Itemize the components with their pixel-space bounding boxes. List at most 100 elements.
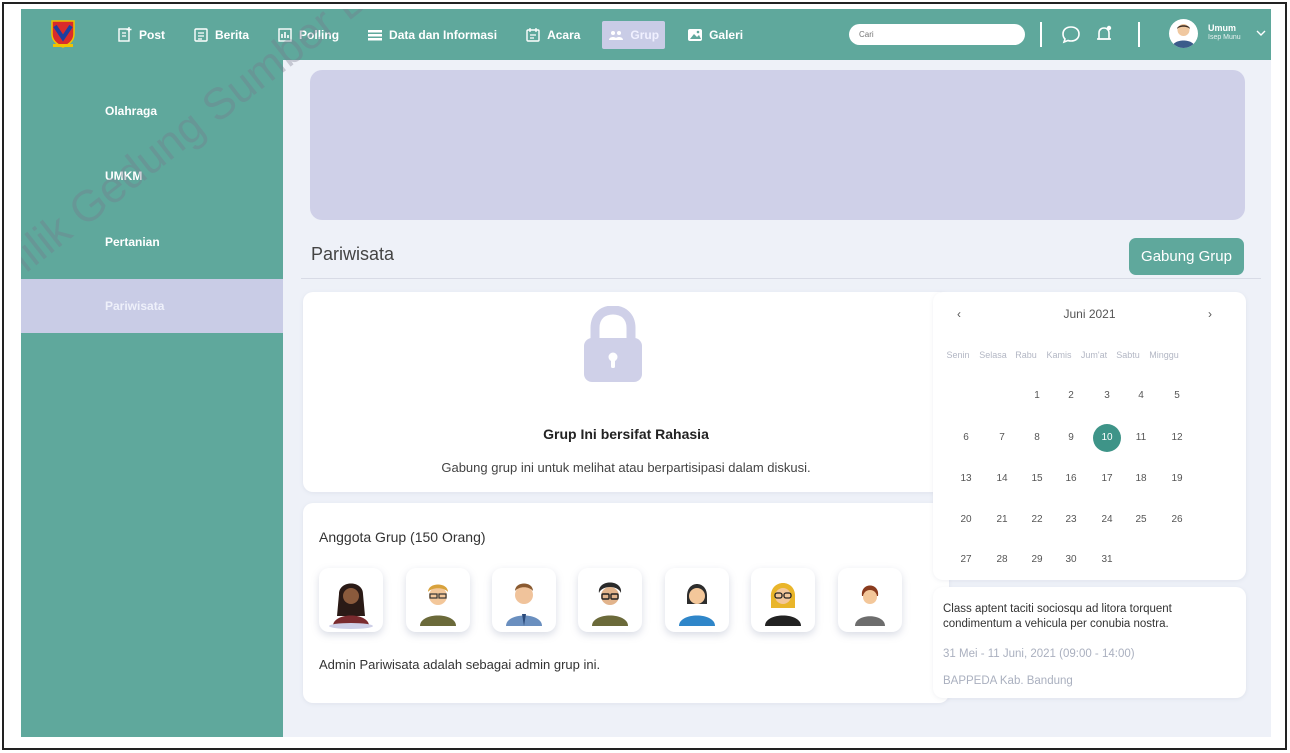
calendar-day[interactable]: 30 [1057,546,1085,574]
chat-icon[interactable] [1061,24,1081,44]
chevron-down-icon[interactable] [1256,29,1266,37]
calendar-day[interactable]: 21 [988,506,1016,534]
calendar-day[interactable]: 22 [1023,506,1051,534]
calendar-day[interactable]: 13 [952,465,980,493]
member-avatar-icon [420,584,456,626]
app-window: Post Berita Polling Data dan Informasi A… [21,9,1271,737]
calendar-day[interactable]: 1 [1023,382,1051,410]
member-avatar-icon [506,583,542,626]
calendar-day[interactable]: 24 [1093,506,1121,534]
calendar-header: ‹ Juni 2021 › [933,307,1246,325]
sidebar-item-pariwisata[interactable]: Pariwisata [21,279,283,333]
member-avatar[interactable] [838,568,902,632]
nav-grup-label: Grup [630,27,660,42]
user-subtitle: Isep Munu [1208,34,1241,41]
nav-divider [1040,22,1042,47]
member-avatar[interactable] [492,568,556,632]
calendar-day[interactable]: 16 [1057,465,1085,493]
member-avatar[interactable] [665,568,729,632]
calendar-day[interactable]: 26 [1163,506,1191,534]
event-icon [526,27,540,42]
event-description: Class aptent taciti sociosqu ad litora t… [943,603,1172,630]
calendar-day[interactable]: 7 [988,424,1016,452]
calendar-day[interactable]: 8 [1023,424,1051,452]
nav-data-informasi[interactable]: Data dan Informasi [361,21,503,49]
calendar-widget: ‹ Juni 2021 › Senin Selasa Rabu Kamis Ju… [933,292,1246,580]
calendar-day[interactable]: 29 [1023,546,1051,574]
member-avatar[interactable] [751,568,815,632]
logo-icon[interactable] [51,20,75,48]
search-input[interactable] [849,24,1025,45]
page-title: Pariwisata [311,244,395,264]
calendar-day[interactable]: 2 [1057,382,1085,410]
members-admin-note: Admin Pariwisata adalah sebagai admin gr… [319,657,601,672]
calendar-day[interactable]: 6 [952,424,980,452]
sidebar-item-olahraga[interactable]: Olahraga [21,84,283,138]
calendar-day[interactable]: 20 [952,506,980,534]
calendar-month: Juni 2021 [1063,307,1116,321]
weekday-label: Kamis [1046,350,1072,360]
nav-acara[interactable]: Acara [519,21,586,49]
calendar-day[interactable]: 28 [988,546,1016,574]
nav-grup[interactable]: Grup [602,20,666,49]
calendar-next-button[interactable]: › [1208,307,1212,321]
user-info[interactable]: Umum Isep Munu [1208,23,1241,43]
nav-galeri[interactable]: Galeri [681,21,749,49]
nav-post[interactable]: Post [111,21,171,49]
nav-polling-label: Polling [299,27,340,42]
nav-galeri-label: Galeri [709,27,744,42]
sidebar-item-label: Pertanian [105,235,160,249]
weekday-label: Minggu [1149,350,1179,360]
calendar-day[interactable]: 25 [1127,506,1155,534]
calendar-day[interactable]: 23 [1057,506,1085,534]
calendar-day[interactable]: 27 [952,546,980,574]
member-avatar-icon [765,583,801,626]
nav-polling[interactable]: Polling [271,21,345,49]
news-icon [194,27,208,42]
secret-description: Gabung grup ini untuk melihat atau berpa… [441,460,811,475]
members-title: Anggota Grup (150 Orang) [319,529,486,545]
calendar-day[interactable]: 31 [1093,546,1121,574]
lock-icon [584,306,642,382]
nav-data-informasi-label: Data dan Informasi [389,27,498,42]
members-card: Anggota Grup (150 Orang) Admin Pariwisat… [303,503,949,703]
event-card[interactable]: Class aptent taciti sociosqu ad litora t… [933,587,1246,698]
member-avatar[interactable] [406,568,470,632]
gallery-icon [688,28,703,41]
top-navbar: Post Berita Polling Data dan Informasi A… [21,9,1271,60]
member-avatar[interactable] [319,568,383,632]
member-avatar-icon [855,585,885,626]
sidebar-item-label: UMKM [105,169,143,183]
calendar-day[interactable]: 12 [1163,424,1191,452]
nav-post-label: Post [139,27,166,42]
sidebar-item-pertanian[interactable]: Pertanian [21,215,283,269]
title-divider [301,278,1261,279]
calendar-day[interactable]: 9 [1057,424,1085,452]
calendar-day[interactable]: 14 [988,465,1016,493]
calendar-day[interactable]: 5 [1163,382,1191,410]
calendar-day[interactable]: 11 [1127,424,1155,452]
nav-acara-label: Acara [547,27,581,42]
join-group-button[interactable]: Gabung Grup [1129,238,1244,275]
calendar-day[interactable]: 19 [1163,465,1191,493]
member-avatar-icon [679,584,715,626]
calendar-day[interactable]: 17 [1093,465,1121,493]
nav-berita[interactable]: Berita [187,21,255,49]
calendar-day[interactable]: 18 [1127,465,1155,493]
event-location: BAPPEDA Kab. Bandung [943,675,1073,687]
nav-divider-2 [1138,22,1140,47]
notification-icon[interactable] [1094,24,1114,44]
sidebar-item-label: Pariwisata [105,299,165,313]
user-avatar[interactable] [1169,19,1198,48]
user-avatar-icon [1172,24,1195,48]
screenshot-frame: Post Berita Polling Data dan Informasi A… [2,2,1287,750]
calendar-day-today[interactable]: 10 [1093,424,1121,452]
secret-title: Grup Ini bersifat Rahasia [543,426,709,442]
secret-group-card: Grup Ini bersifat Rahasia Gabung grup in… [303,292,949,492]
calendar-day[interactable]: 15 [1023,465,1051,493]
member-avatar[interactable] [578,568,642,632]
sidebar-item-umkm[interactable]: UMKM [21,149,283,203]
sidebar-item-label: Olahraga [105,104,158,118]
calendar-day[interactable]: 3 [1093,382,1121,410]
calendar-day[interactable]: 4 [1127,382,1155,410]
